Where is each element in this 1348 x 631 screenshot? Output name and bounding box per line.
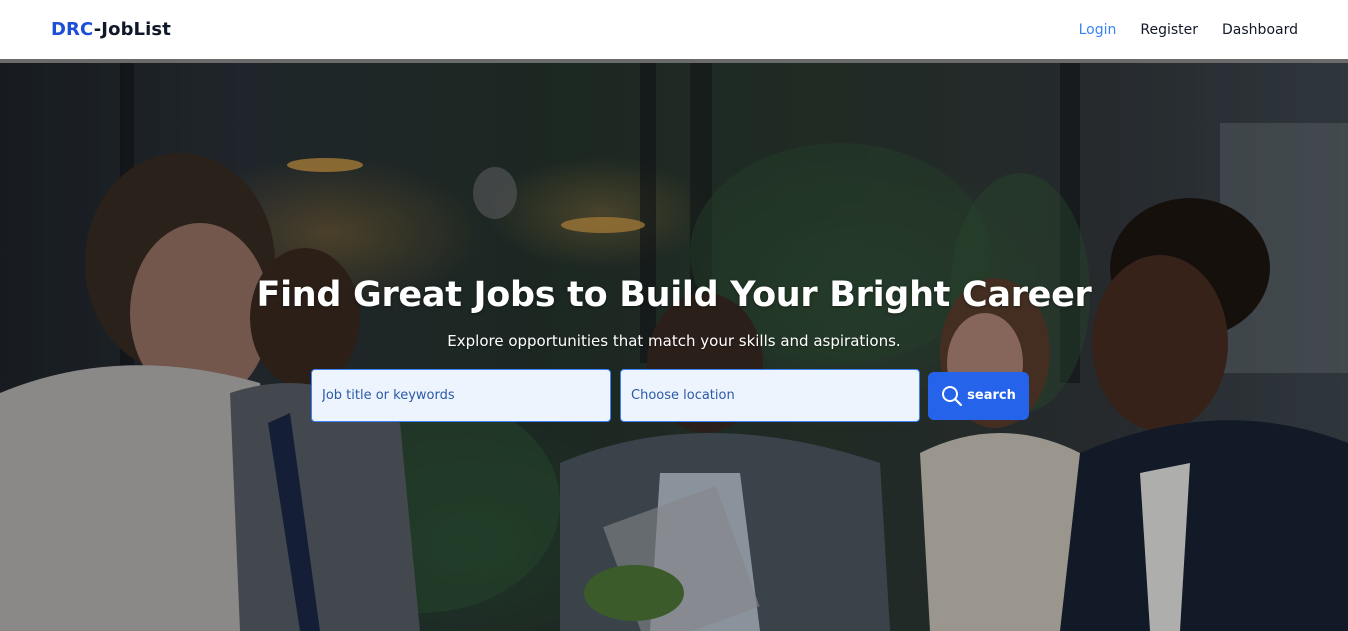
job-search-form: search [311,369,1029,422]
header-divider [0,59,1348,63]
hero-content: Find Great Jobs to Build Your Bright Car… [0,63,1348,350]
top-navbar: DRC-JobList Login Register Dashboard [0,0,1348,59]
hero-title: Find Great Jobs to Build Your Bright Car… [256,275,1092,315]
nav-link-login[interactable]: Login [1079,22,1117,38]
search-icon [941,385,963,407]
nav-links: Login Register Dashboard [1079,22,1298,38]
location-input[interactable] [620,369,920,422]
nav-link-dashboard[interactable]: Dashboard [1222,22,1298,38]
nav-link-register[interactable]: Register [1140,22,1198,38]
search-button[interactable]: search [928,371,1029,420]
brand-logo[interactable]: DRC-JobList [51,19,171,40]
hero-subtitle: Explore opportunities that match your sk… [447,332,901,350]
search-button-label: search [967,388,1016,403]
brand-accent: DRC [51,19,94,40]
brand-rest: -JobList [93,19,171,40]
keywords-input[interactable] [311,369,611,422]
hero-section: Find Great Jobs to Build Your Bright Car… [0,63,1348,631]
